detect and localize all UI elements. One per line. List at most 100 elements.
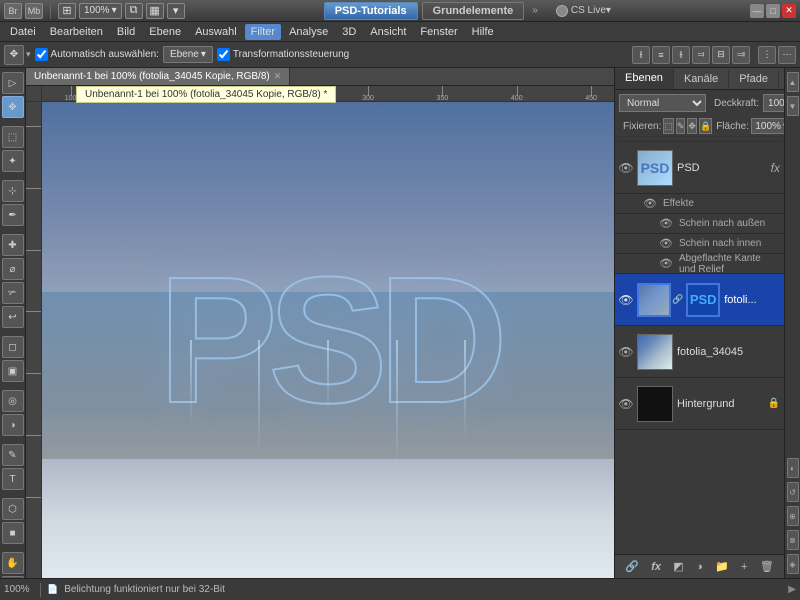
selection-tool[interactable]: ▷ — [2, 72, 24, 94]
eyedropper-tool[interactable]: ✒ — [2, 204, 24, 226]
align-middle-btn[interactable]: ⊟ — [712, 46, 730, 64]
view-icon[interactable]: ⊞ — [58, 3, 76, 19]
new-group-btn[interactable]: 📁 — [711, 560, 733, 573]
tab-ebenen[interactable]: Ebenen — [615, 69, 674, 89]
strip-btn-2[interactable]: ▼ — [787, 96, 799, 116]
clone-tool[interactable]: ✃ — [2, 282, 24, 304]
crop-tool[interactable]: ⊹ — [2, 180, 24, 202]
schein-aussen-vis[interactable]: 👁 — [659, 217, 673, 231]
eraser-tool[interactable]: ◻ — [2, 336, 24, 358]
align-right-btn[interactable]: ⫳ — [672, 46, 690, 64]
move-tool[interactable]: ✥ — [2, 96, 24, 118]
layer-info-psd: PSD — [677, 162, 767, 174]
more-tabs-icon[interactable]: » — [528, 5, 542, 16]
grundelemente-tab[interactable]: Grundelemente — [422, 2, 525, 20]
layer-select-dropdown[interactable]: Ebene ▾ — [163, 46, 213, 63]
zoom-control[interactable]: 100% ▾ — [79, 3, 122, 19]
lock-position-btn[interactable]: ✥ — [687, 118, 697, 134]
hand-tool[interactable]: ✋ — [2, 552, 24, 574]
zoom-tool[interactable]: 🔍 — [2, 576, 24, 578]
menu-3d[interactable]: 3D — [336, 24, 362, 40]
layer-mode-select[interactable]: Normal Multiplizieren Abblenden — [619, 94, 706, 112]
doc-tab-1[interactable]: Unbenannt-1 bei 100% (fotolia_34045 Kopi… — [26, 68, 290, 85]
minibrige-icon[interactable]: Mb — [25, 3, 43, 19]
menu-fenster[interactable]: Fenster — [414, 24, 463, 40]
cs-live-label[interactable]: CS Live▾ — [571, 5, 611, 16]
transform-checkbox[interactable]: Transformationssteuerung — [217, 48, 349, 61]
align-center-btn[interactable]: ≡ — [652, 46, 670, 64]
tab-kanaele[interactable]: Kanäle — [674, 70, 729, 88]
strip-btn-4[interactable]: ↺ — [787, 482, 799, 502]
doc-tab-close[interactable]: ✕ — [274, 71, 282, 82]
layer-vis-fotolia[interactable]: 👁 — [619, 345, 633, 359]
strip-btn-7[interactable]: ◈ — [787, 554, 799, 574]
tab-pfade[interactable]: Pfade — [729, 70, 779, 88]
menu-ebene[interactable]: Ebene — [143, 24, 187, 40]
menu-auswahl[interactable]: Auswahl — [189, 24, 243, 40]
text-tool[interactable]: T — [2, 468, 24, 490]
layer-info-fotolia-combined: fotoli... — [724, 294, 780, 306]
layer-fotolia-combined[interactable]: 👁 🔗 PSD fotoli... — [615, 274, 784, 326]
strip-btn-1[interactable]: ▲ — [787, 72, 799, 92]
psd-tutorials-tab[interactable]: PSD-Tutorials — [324, 2, 418, 20]
effects-vis[interactable]: 👁 — [643, 197, 657, 211]
schein-innen-vis[interactable]: 👁 — [659, 237, 673, 251]
statusbar-arrow[interactable]: ▶ — [788, 584, 796, 595]
layer-vis-psd[interactable]: 👁 — [619, 161, 633, 175]
add-mask-btn[interactable]: ◩ — [669, 560, 687, 573]
dodge-tool[interactable]: ◑ — [2, 414, 24, 436]
lock-transparent-btn[interactable]: ⬚ — [663, 118, 674, 134]
pen-tool[interactable]: ✎ — [2, 444, 24, 466]
dist2-btn[interactable]: ⋯ — [778, 46, 796, 64]
fx-btn[interactable]: fx — [647, 561, 665, 573]
menu-ansicht[interactable]: Ansicht — [364, 24, 412, 40]
layer-psd[interactable]: 👁 PSD PSD fx — [615, 142, 784, 194]
brush-tool[interactable]: ⌀ — [2, 258, 24, 280]
close-button[interactable]: ✕ — [782, 4, 796, 18]
abgeflachte-kante-vis[interactable]: 👁 — [659, 257, 673, 271]
strip-btn-3[interactable]: ◐ — [787, 458, 799, 478]
align-top-btn[interactable]: ⫤ — [692, 46, 710, 64]
transform-input[interactable] — [217, 48, 230, 61]
magic-wand-tool[interactable]: ✦ — [2, 150, 24, 172]
zoom2-icon[interactable]: ▾ — [167, 3, 185, 19]
align-left-btn[interactable]: ⫲ — [632, 46, 650, 64]
minimize-button[interactable]: — — [750, 4, 764, 18]
adjustment-btn[interactable]: ◑ — [692, 561, 707, 573]
lock-all-btn[interactable]: 🔒 — [699, 118, 712, 134]
layer-hintergrund[interactable]: 👁 Hintergrund 🔒 — [615, 378, 784, 430]
dist1-btn[interactable]: ⋮ — [758, 46, 776, 64]
layout-icon[interactable]: ▦ — [146, 3, 164, 19]
delete-layer-btn[interactable]: 🗑 — [756, 560, 778, 573]
bridge-icon[interactable]: Br — [4, 3, 22, 19]
move-tool-btn[interactable]: ✥ — [4, 45, 24, 65]
new-layer-btn[interactable]: + — [737, 561, 751, 573]
path-selection-tool[interactable]: ⬡ — [2, 498, 24, 520]
layer-fotolia-34045[interactable]: 👁 fotolia_34045 — [615, 326, 784, 378]
auto-select-checkbox[interactable]: Automatisch auswählen: — [35, 48, 159, 61]
gradient-tool[interactable]: ▣ — [2, 360, 24, 382]
layer-vis-hintergrund[interactable]: 👁 — [619, 397, 633, 411]
strip-btn-5[interactable]: ⊕ — [787, 506, 799, 526]
canvas-content[interactable]: PSD — [42, 102, 614, 578]
history-tool[interactable]: ↩ — [2, 306, 24, 328]
maximize-button[interactable]: □ — [766, 4, 780, 18]
layer-vis-fotolia-combined[interactable]: 👁 — [619, 293, 633, 307]
menu-bild[interactable]: Bild — [111, 24, 141, 40]
arrange-icon[interactable]: ⧉ — [125, 3, 143, 19]
strip-btn-6[interactable]: ⊗ — [787, 530, 799, 550]
link-layers-btn[interactable]: 🔗 — [621, 560, 643, 573]
menu-bearbeiten[interactable]: Bearbeiten — [44, 24, 109, 40]
blur-tool[interactable]: ◎ — [2, 390, 24, 412]
auto-select-input[interactable] — [35, 48, 48, 61]
heal-tool[interactable]: ✚ — [2, 234, 24, 256]
menu-hilfe[interactable]: Hilfe — [466, 24, 500, 40]
shape-tool[interactable]: ■ — [2, 522, 24, 544]
lock-image-btn[interactable]: ✎ — [676, 118, 686, 134]
hintergrund-thumb-img — [638, 387, 672, 421]
menu-datei[interactable]: Datei — [4, 24, 42, 40]
lasso-tool[interactable]: ⬚ — [2, 126, 24, 148]
menu-filter[interactable]: Filter — [245, 24, 281, 40]
menu-analyse[interactable]: Analyse — [283, 24, 334, 40]
align-bottom-btn[interactable]: ⫥ — [732, 46, 750, 64]
